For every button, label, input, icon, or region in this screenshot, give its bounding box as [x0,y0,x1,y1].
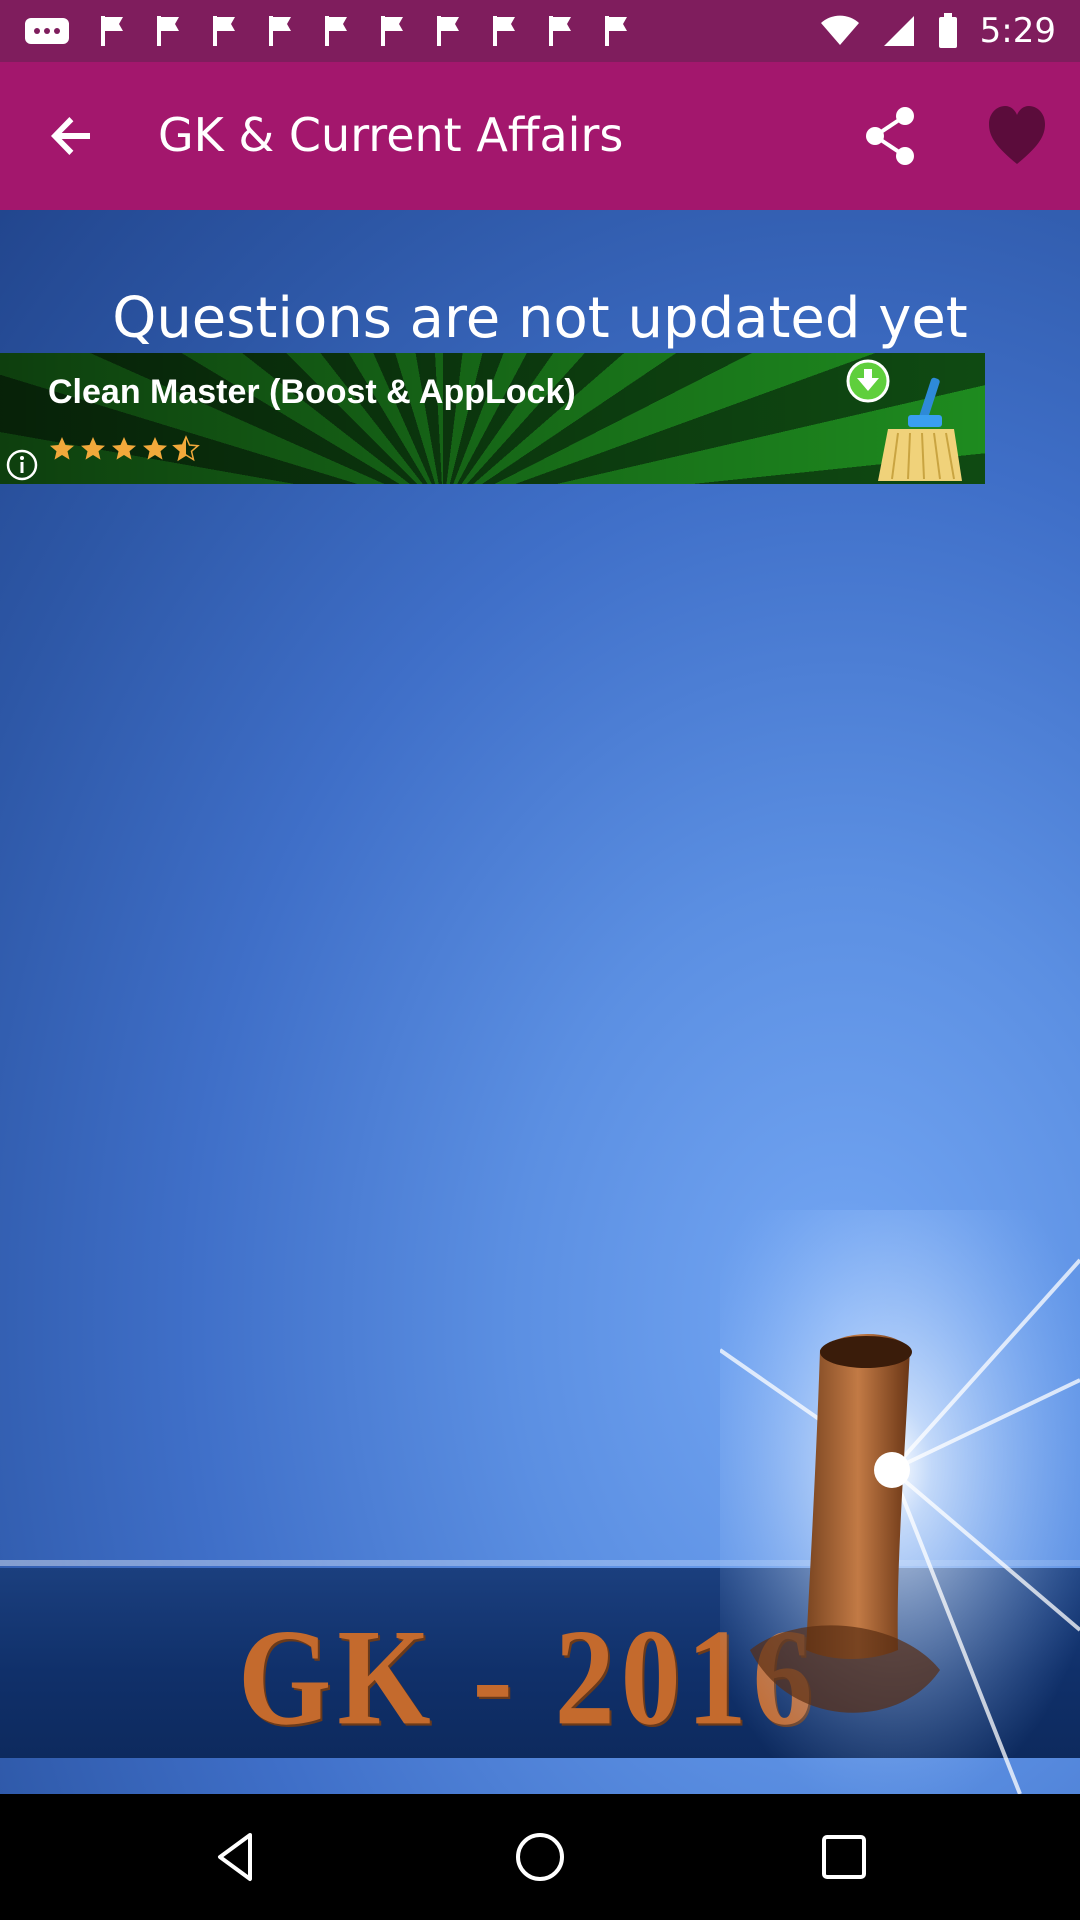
ad-rating-stars [50,435,200,462]
flag-icon [381,16,403,46]
back-button[interactable] [36,100,108,172]
status-bar: 5:29 [0,0,1080,62]
wifi-icon [820,15,859,45]
empty-state-message: Questions are not updated yet [112,286,968,351]
flag-icon [605,16,627,46]
broom-icon [878,377,962,481]
page-title: GK & Current Affairs [158,108,624,162]
home-circle-icon[interactable] [510,1827,570,1887]
flag-icon [213,16,235,46]
flag-icon [549,16,571,46]
signal-icon [883,16,914,46]
system-icons: 5:29 [820,11,1056,51]
flag-icon [325,16,347,46]
heart-icon [989,106,1045,164]
notification-icons [24,14,630,48]
system-navigation-bar [0,1794,1080,1920]
app-bar: GK & Current Affairs [0,62,1080,210]
flag-icon [157,16,179,46]
info-icon[interactable] [6,449,38,481]
flag-icon [269,16,291,46]
recents-square-icon[interactable] [814,1827,874,1887]
flag-icon [493,16,515,46]
share-icon [866,107,914,165]
flag-icon [437,16,459,46]
ad-banner[interactable]: Clean Master (Boost & AppLock) [0,353,985,484]
main-content: Questions are not updated yet Clean Mast… [0,210,1080,1794]
light-rays-vase-image [720,1210,1080,1794]
favorite-button[interactable] [985,102,1049,170]
ad-title: Clean Master (Boost & AppLock) [48,373,576,411]
more-notifications-icon [25,18,69,44]
back-arrow-icon [51,117,90,155]
flag-icon [101,16,123,46]
battery-icon [938,13,957,48]
share-button[interactable] [855,100,927,172]
status-time: 5:29 [979,11,1056,51]
back-triangle-icon[interactable] [206,1827,266,1887]
